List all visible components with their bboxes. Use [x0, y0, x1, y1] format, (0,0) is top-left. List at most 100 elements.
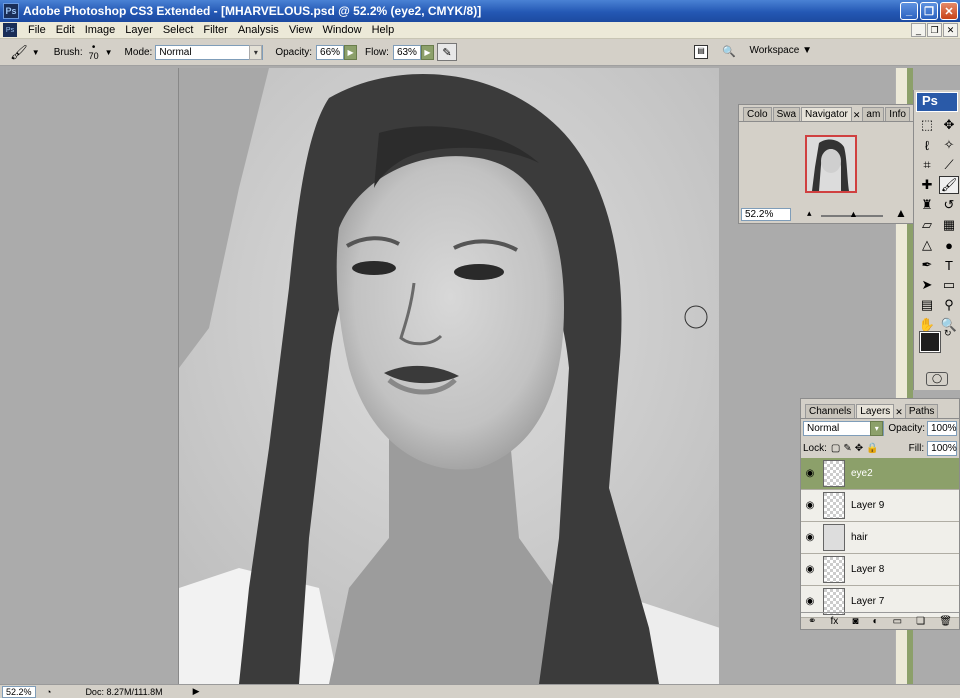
- menu-file[interactable]: File: [23, 24, 51, 36]
- tool-preset-picker[interactable]: 🖌 ▼: [10, 44, 40, 61]
- menu-select[interactable]: Select: [158, 24, 199, 36]
- mode-select[interactable]: Normal ▾: [155, 44, 264, 60]
- blend-mode-value: Normal: [807, 423, 840, 434]
- slice-tool-icon[interactable]: ⟋: [939, 156, 959, 174]
- status-menu-arrow-icon[interactable]: ▶: [193, 686, 200, 697]
- layer-row-hair[interactable]: ◉ hair: [801, 522, 959, 554]
- menu-image[interactable]: Image: [80, 24, 121, 36]
- status-zoom-input[interactable]: 52.2%: [2, 685, 36, 698]
- airbrush-toggle[interactable]: ✎: [436, 43, 457, 61]
- close-icon[interactable]: ✕: [853, 110, 861, 121]
- magic-wand-tool-icon[interactable]: ✧: [939, 136, 959, 154]
- menu-bar: Ps File Edit Image Layer Select Filter A…: [0, 22, 960, 39]
- lock-position-icon[interactable]: ✥: [855, 443, 863, 454]
- shape-tool-icon[interactable]: ▭: [939, 276, 959, 294]
- slider-thumb-icon[interactable]: ▲: [849, 209, 858, 219]
- visibility-eye-icon[interactable]: ◉: [801, 468, 819, 479]
- brush-tool-icon[interactable]: 🖌: [939, 176, 959, 194]
- bridge-icon[interactable]: 🔍: [722, 45, 736, 58]
- stamp-tool-icon[interactable]: ♜: [917, 196, 937, 214]
- layer-row-eye2[interactable]: ◉ eye2: [801, 458, 959, 490]
- navigator-zoom-input[interactable]: 52.2%: [741, 208, 791, 221]
- menu-filter[interactable]: Filter: [198, 24, 232, 36]
- eraser-tool-icon[interactable]: ▱: [917, 216, 937, 234]
- status-doc-size: Doc: 8.27M/111.8M: [85, 686, 163, 697]
- blend-mode-select[interactable]: Normal ▾: [803, 421, 885, 436]
- doc-minimize-button[interactable]: _: [911, 23, 926, 37]
- healing-tool-icon[interactable]: ✚: [917, 176, 937, 194]
- document-icon[interactable]: Ps: [3, 23, 17, 37]
- brush-dropdown-icon[interactable]: ▼: [105, 48, 113, 57]
- menu-help[interactable]: Help: [367, 24, 400, 36]
- flow-input[interactable]: 63%: [392, 44, 421, 60]
- tab-info[interactable]: Info: [885, 107, 910, 121]
- opacity-input[interactable]: 66%: [316, 44, 345, 60]
- lock-all-icon[interactable]: 🔒: [866, 443, 878, 454]
- path-select-tool-icon[interactable]: ➤: [917, 276, 937, 294]
- delete-layer-icon[interactable]: 🗑: [939, 616, 952, 627]
- pen-tool-icon[interactable]: ✒: [917, 256, 937, 274]
- document-canvas[interactable]: [178, 68, 719, 684]
- workspace-menu[interactable]: Workspace ▼: [749, 45, 812, 56]
- move-tool-icon[interactable]: ✥: [939, 116, 959, 134]
- crop-tool-icon[interactable]: ⌗: [917, 156, 937, 174]
- history-brush-tool-icon[interactable]: ↺: [939, 196, 959, 214]
- minimize-button[interactable]: _: [900, 2, 918, 20]
- flow-slider-button[interactable]: ▶: [420, 44, 434, 60]
- visibility-eye-icon[interactable]: ◉: [801, 564, 819, 575]
- brush-picker[interactable]: • 70: [89, 43, 99, 61]
- palette-well-icon[interactable]: ▤: [694, 45, 708, 59]
- doc-close-button[interactable]: ✕: [943, 23, 958, 37]
- layer-mask-icon[interactable]: ◙: [852, 616, 858, 627]
- close-icon[interactable]: ✕: [895, 407, 903, 418]
- type-tool-icon[interactable]: T: [939, 256, 959, 274]
- doc-restore-button[interactable]: ❐: [927, 23, 942, 37]
- tab-paths[interactable]: Paths: [904, 404, 939, 418]
- new-group-icon[interactable]: ▭: [893, 616, 902, 627]
- tab-swatches[interactable]: Swa: [772, 107, 801, 121]
- layer-opacity-input[interactable]: 100%: [927, 421, 957, 436]
- lock-transparency-icon[interactable]: ▢: [831, 443, 840, 454]
- lock-pixels-icon[interactable]: ✎: [843, 443, 851, 454]
- layer-name: eye2: [851, 468, 873, 479]
- swap-colors-icon[interactable]: ↻: [944, 328, 952, 339]
- new-layer-icon[interactable]: ❏: [916, 616, 925, 627]
- status-info-icon[interactable]: ◔: [46, 687, 51, 697]
- menu-edit[interactable]: Edit: [51, 24, 80, 36]
- eyedropper-tool-icon[interactable]: ⚲: [939, 296, 959, 314]
- marquee-tool-icon[interactable]: ⬚: [917, 116, 937, 134]
- photoshop-logo-icon: Ps: [3, 3, 19, 19]
- layer-row-layer-9[interactable]: ◉ Layer 9: [801, 490, 959, 522]
- tab-navigator[interactable]: Navigator: [801, 107, 852, 121]
- navigator-thumbnail[interactable]: [805, 135, 857, 193]
- notes-tool-icon[interactable]: ▤: [917, 296, 937, 314]
- adjustment-layer-icon[interactable]: ◐: [872, 616, 878, 627]
- quick-mask-icon[interactable]: ◯: [926, 372, 948, 386]
- visibility-eye-icon[interactable]: ◉: [801, 500, 819, 511]
- blur-tool-icon[interactable]: △: [917, 236, 937, 254]
- menu-analysis[interactable]: Analysis: [233, 24, 284, 36]
- restore-button[interactable]: ❐: [920, 2, 938, 20]
- menu-window[interactable]: Window: [317, 24, 366, 36]
- tab-color[interactable]: Colo: [743, 107, 772, 121]
- visibility-eye-icon[interactable]: ◉: [801, 596, 819, 607]
- menu-layer[interactable]: Layer: [120, 24, 158, 36]
- layers-footer: ⚭ fx ◙ ◐ ▭ ❏ 🗑: [801, 612, 959, 629]
- tab-layers[interactable]: Layers: [856, 404, 895, 418]
- foreground-color-swatch[interactable]: [919, 331, 941, 353]
- menu-view[interactable]: View: [284, 24, 318, 36]
- tab-histogram[interactable]: am: [862, 107, 885, 121]
- zoom-out-icon[interactable]: ▴: [807, 208, 812, 219]
- tab-channels[interactable]: Channels: [805, 404, 856, 418]
- lasso-tool-icon[interactable]: ℓ: [917, 136, 937, 154]
- fill-input[interactable]: 100%: [927, 440, 958, 456]
- opacity-slider-button[interactable]: ▶: [344, 44, 358, 60]
- zoom-in-icon[interactable]: ▲: [895, 206, 907, 220]
- visibility-eye-icon[interactable]: ◉: [801, 532, 819, 543]
- dodge-tool-icon[interactable]: ●: [939, 236, 959, 254]
- gradient-tool-icon[interactable]: ▦: [939, 216, 959, 234]
- close-button[interactable]: ✕: [940, 2, 958, 20]
- link-layers-icon[interactable]: ⚭: [808, 616, 816, 627]
- layer-row-layer-8[interactable]: ◉ Layer 8: [801, 554, 959, 586]
- layer-style-icon[interactable]: fx: [831, 616, 839, 627]
